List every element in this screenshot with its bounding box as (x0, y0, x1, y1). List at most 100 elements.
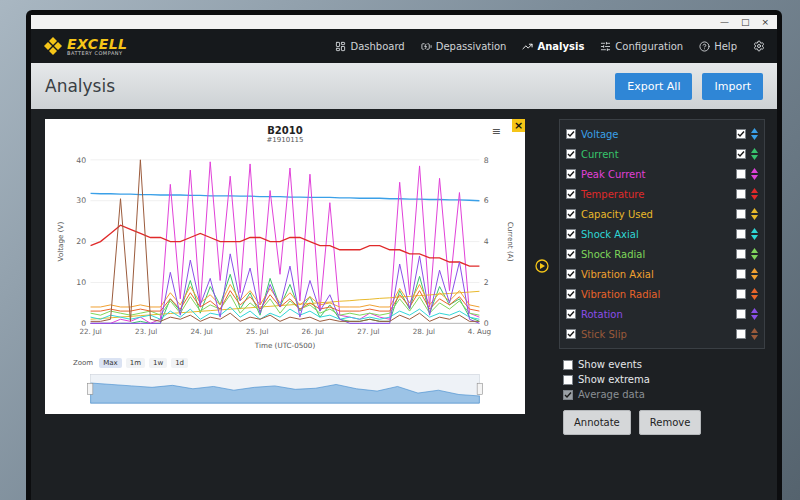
check-icon (567, 230, 575, 238)
nav-item[interactable]: Dashboard (335, 41, 404, 52)
x-tick: 25. Jul (246, 327, 268, 336)
series-row[interactable]: Vibration Radial (566, 284, 758, 304)
line-chart[interactable]: 4030201008642022. Jul23. Jul24. Jul25. J… (53, 151, 517, 356)
zoom-button[interactable]: 1d (171, 358, 188, 368)
series-row[interactable]: Shock Radial (566, 244, 758, 264)
reorder-icon[interactable] (751, 248, 758, 260)
content: ×B2010#1910115≡4030201008642022. Jul23. … (31, 109, 777, 500)
window-control[interactable]: × (761, 18, 769, 27)
series-row[interactable]: Shock Axial (566, 224, 758, 244)
series-label: Stick Slip (581, 329, 731, 340)
checkbox[interactable] (566, 169, 576, 179)
action-button[interactable]: Remove (639, 410, 702, 435)
series-line[interactable] (91, 225, 480, 266)
window-control[interactable]: — (720, 18, 729, 27)
x-tick: 22. Jul (79, 327, 101, 336)
series-row[interactable]: Rotation (566, 304, 758, 324)
reorder-icon[interactable] (751, 208, 758, 220)
checkbox[interactable] (566, 149, 576, 159)
left-tick: 40 (76, 156, 86, 165)
series-label: Shock Radial (581, 249, 731, 260)
reorder-icon[interactable] (751, 328, 758, 340)
header-button[interactable]: Import (702, 73, 763, 100)
check-icon (567, 170, 575, 178)
navigator-handle[interactable] (87, 384, 93, 395)
x-tick: 27. Jul (357, 327, 379, 336)
grid-line (91, 200, 480, 201)
checkbox[interactable] (563, 375, 573, 385)
nav-item[interactable]: Help (699, 41, 737, 52)
nav-item[interactable]: Analysis (522, 41, 584, 52)
check-icon (737, 130, 745, 138)
collapse-icon[interactable] (535, 259, 549, 273)
reorder-icon[interactable] (751, 228, 758, 240)
logo[interactable]: EXCELLBATTERY COMPANY (43, 36, 128, 56)
navigator-track (91, 375, 480, 404)
checkbox[interactable] (563, 360, 573, 370)
window-control[interactable]: □ (741, 18, 750, 27)
series-row[interactable]: Temperature (566, 184, 758, 204)
left-tick: 30 (76, 196, 86, 205)
checkbox[interactable] (736, 149, 746, 159)
navigator[interactable] (53, 370, 517, 408)
series-row[interactable]: Peak Current (566, 164, 758, 184)
checkbox[interactable] (566, 289, 576, 299)
app-window: — □ × EXCELLBATTERY COMPANY Dashboard Depassi… (31, 15, 777, 500)
navigator-handle[interactable] (477, 384, 483, 395)
chart-menu-button[interactable]: ≡ (492, 125, 501, 138)
series-row[interactable]: Stick Slip (566, 324, 758, 344)
reorder-icon[interactable] (751, 128, 758, 140)
reorder-icon[interactable] (751, 268, 758, 280)
series-label: Vibration Radial (581, 289, 731, 300)
reorder-icon[interactable] (751, 188, 758, 200)
series-row[interactable]: Current (566, 144, 758, 164)
checkbox[interactable] (736, 309, 746, 319)
reorder-icon[interactable] (751, 288, 758, 300)
series-row[interactable]: Capacity Used (566, 204, 758, 224)
nav-icon (421, 41, 432, 52)
close-button[interactable]: × (512, 119, 525, 132)
checkbox[interactable] (736, 189, 746, 199)
option-row[interactable]: Show extrema (563, 374, 765, 385)
checkbox[interactable] (566, 269, 576, 279)
page-header: AnalysisExport AllImport (31, 63, 777, 109)
checkbox[interactable] (566, 249, 576, 259)
series-list: VoltageCurrentPeak CurrentTemperatureCap… (559, 119, 765, 349)
left-tick: 20 (76, 237, 86, 246)
gear-icon[interactable] (753, 40, 765, 52)
series-line[interactable] (91, 160, 480, 322)
checkbox[interactable] (736, 229, 746, 239)
zoom-button[interactable]: 1m (126, 358, 145, 368)
checkbox[interactable] (736, 269, 746, 279)
checkbox[interactable] (736, 169, 746, 179)
checkbox[interactable] (736, 289, 746, 299)
checkbox[interactable] (566, 229, 576, 239)
checkbox[interactable] (566, 189, 576, 199)
check-icon (567, 250, 575, 258)
series-row[interactable]: Voltage (566, 124, 758, 144)
checkbox[interactable] (736, 209, 746, 219)
series-line[interactable] (91, 307, 480, 319)
checkbox[interactable] (736, 329, 746, 339)
reorder-icon[interactable] (751, 308, 758, 320)
series-row[interactable]: Vibration Axial (566, 264, 758, 284)
reorder-icon[interactable] (751, 148, 758, 160)
check-icon (567, 270, 575, 278)
series-label: Vibration Axial (581, 269, 731, 280)
check-icon (567, 130, 575, 138)
checkbox[interactable] (566, 309, 576, 319)
option-row[interactable]: Show events (563, 359, 765, 370)
zoom-button[interactable]: Max (99, 358, 121, 368)
nav-item[interactable]: Configuration (600, 41, 683, 52)
checkbox[interactable] (736, 129, 746, 139)
checkbox[interactable] (566, 129, 576, 139)
checkbox[interactable] (566, 329, 576, 339)
checkbox[interactable] (566, 209, 576, 219)
checkbox[interactable] (736, 249, 746, 259)
header-button[interactable]: Export All (615, 73, 692, 100)
side-panel: VoltageCurrentPeak CurrentTemperatureCap… (559, 119, 765, 435)
action-button[interactable]: Annotate (563, 410, 631, 435)
zoom-button[interactable]: 1w (149, 358, 167, 368)
nav-item[interactable]: Depassivation (421, 41, 507, 52)
reorder-icon[interactable] (751, 168, 758, 180)
